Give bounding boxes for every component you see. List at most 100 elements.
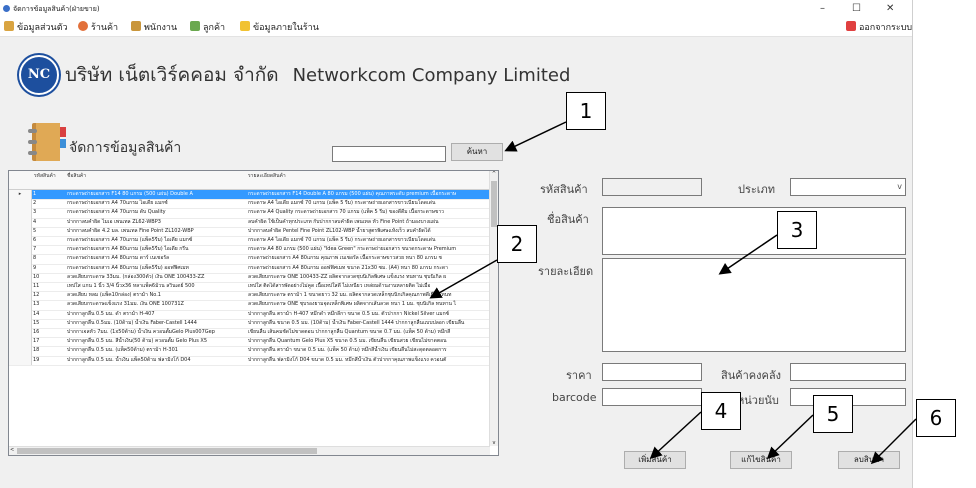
row-header[interactable]: ▸: [9, 190, 32, 200]
row-header[interactable]: [9, 337, 32, 347]
stock-field[interactable]: [790, 363, 906, 381]
row-header[interactable]: [9, 263, 32, 273]
row-header[interactable]: [9, 355, 32, 365]
column-header-code[interactable]: รหัสสินค้า: [34, 173, 64, 180]
cell-product-code[interactable]: 16: [33, 328, 67, 337]
cell-product-name[interactable]: ลวดเสียบ หลม (แพ็ค10กล่อง) ตราม้า No.1: [67, 291, 245, 300]
cell-product-name[interactable]: กระดาษถ่ายเอกสาร A4 80แกรม (แพ็ค5รีม) ไอ…: [67, 245, 245, 254]
cell-product-detail[interactable]: ปากกาลบคำผิด Pentel Fine Point ZL102-WBP…: [248, 227, 488, 236]
row-header[interactable]: [9, 318, 32, 328]
cell-product-detail[interactable]: ปากกาลูกลื่น ตราม้า ขนาด 0.5 มม. (แพ็ค 5…: [248, 346, 488, 355]
cell-product-name[interactable]: ปากกาลูกลื่น 0.5 มม. ดำ ตราม้า H-407: [67, 310, 245, 319]
cell-product-detail[interactable]: ปากกาลูกลื่น ตราม้า H-407 หมึกดำ หมึกลีก…: [248, 310, 488, 319]
cell-product-detail[interactable]: กระดาษ A4 80 แกรม (500 แผ่น) "Idea Green…: [248, 245, 488, 254]
column-header-detail[interactable]: รายละเอียดสินค้า: [248, 173, 286, 180]
row-header[interactable]: [9, 254, 32, 264]
cell-product-detail[interactable]: กระดาษ A4 Quality กระดาษถ่ายเอกสาร 70 แก…: [248, 208, 488, 217]
cell-product-name[interactable]: ลวดเสียบกระดาษ 33มม. (กล่อง300ตัว) เงิน …: [67, 273, 245, 282]
product-table[interactable]: รหัสสินค้า ชื่อสินค้า รายละเอียดสินค้า ▸…: [8, 170, 499, 456]
cell-product-name[interactable]: กระดาษถ่ายเอกสาร A4 70แกรม ไอเดีย แมกซ์: [67, 199, 245, 208]
table-row[interactable]: 19 ปากกาลูกลื่น 0.5 มม. น้ำเงิน แพ็ค50ด้า…: [9, 355, 489, 366]
cell-product-name[interactable]: ปากกาเจลหัว 7มม. (1x50ด้าม) น้ำเงิน ควอน…: [67, 328, 245, 337]
row-header[interactable]: [9, 300, 32, 310]
search-input[interactable]: [332, 146, 446, 162]
row-header[interactable]: [9, 328, 32, 338]
menu-item-employee[interactable]: พนักงาน: [131, 21, 177, 35]
close-button[interactable]: ✕: [886, 0, 894, 18]
cell-product-code[interactable]: 5: [33, 227, 67, 236]
cell-product-name[interactable]: ปากกาลูกลื่น 0.5 มม. น้ำเงิน แพ็ค50ด้าม …: [67, 356, 245, 365]
cell-product-code[interactable]: 7: [33, 245, 67, 254]
row-header[interactable]: [9, 291, 32, 301]
cell-product-detail[interactable]: ลบคำผิด ใช้เป็นคำทุกประเภท กับปากกาลบคำผ…: [248, 218, 488, 227]
cell-product-code[interactable]: 8: [33, 254, 67, 263]
cell-product-detail[interactable]: เขียนลื่น เส้นคมชัดไม่ขาดตอน ปากกาลูกลื่…: [248, 328, 488, 337]
cell-product-code[interactable]: 19: [33, 356, 67, 365]
cell-product-detail[interactable]: กระดาษถ่ายเอกสาร F14 Double A 80 แกรม (5…: [248, 190, 488, 199]
cell-product-code[interactable]: 4: [33, 218, 67, 227]
row-header[interactable]: [9, 217, 32, 227]
price-field[interactable]: [602, 363, 702, 381]
edit-product-button[interactable]: แก้ไขสินค้า: [730, 451, 792, 469]
row-header[interactable]: [9, 208, 32, 218]
cell-product-name[interactable]: ปากกาลูกลื่น 0.5 มม. (แพ็ค50ด้าม) ตราม้า…: [67, 346, 245, 355]
cell-product-code[interactable]: 6: [33, 236, 67, 245]
cell-product-detail[interactable]: ลวดเสียบกระดาษ ONE 100433-ZZ ผลิตจากลวดช…: [248, 273, 488, 282]
row-header[interactable]: [9, 236, 32, 246]
row-header[interactable]: [9, 309, 32, 319]
cell-product-code[interactable]: 11: [33, 282, 67, 291]
cell-product-code[interactable]: 12: [33, 291, 67, 300]
horizontal-scroll-thumb[interactable]: [17, 448, 317, 454]
logout-button[interactable]: ออกจากระบบ: [846, 21, 912, 35]
product-code-field[interactable]: [602, 178, 702, 196]
menu-item-customer[interactable]: ลูกค้า: [190, 21, 225, 35]
cell-product-detail[interactable]: ลวดเสียบกระดาษ ONE ชุบรองยามจุดเหล็กพิเศ…: [248, 300, 488, 309]
cell-product-name[interactable]: กระดาษถ่ายเอกสาร A4 70แกรม (แพ็ค5รีม) ไอ…: [67, 236, 245, 245]
cell-product-name[interactable]: ลวดเสียบกระดาษแข็งแรง 31มม. เงิน ONE 100…: [67, 300, 245, 309]
cell-product-code[interactable]: 9: [33, 264, 67, 273]
cell-product-detail[interactable]: เทปใส ติดได้สารพัดอย่างไม่คูด เนื้อเทปใส…: [248, 282, 488, 291]
cell-product-name[interactable]: ปากกาลบคำผิด 4.2 มล. เพนเทล Fine Point Z…: [67, 227, 245, 236]
row-header[interactable]: [9, 282, 32, 292]
cell-product-detail[interactable]: กระดาษถ่ายเอกสาร A4 80แกรม ออฟฟิศเมท ขนา…: [248, 264, 488, 273]
cell-product-detail[interactable]: ปากกาลูกลื่น Quantum Gelo Plus X5 ขนาด 0…: [248, 337, 488, 346]
type-select[interactable]: v: [790, 178, 906, 196]
cell-product-code[interactable]: 1: [33, 190, 67, 199]
cell-product-name[interactable]: กระดาษถ่ายเอกสาร F14 80 แกรม (500 แผ่น) …: [67, 190, 245, 199]
row-header[interactable]: [9, 346, 32, 356]
cell-product-code[interactable]: 17: [33, 337, 67, 346]
cell-product-code[interactable]: 18: [33, 346, 67, 355]
cell-product-code[interactable]: 14: [33, 310, 67, 319]
horizontal-scrollbar[interactable]: <: [9, 446, 490, 455]
vertical-scrollbar[interactable]: ^ v: [489, 171, 498, 446]
cell-product-name[interactable]: ปากกาลูกลื่น 0.5มม. (10ด้าม) น้ำเงิน Fab…: [67, 319, 245, 328]
delete-product-button[interactable]: ลบสินค้า: [838, 451, 900, 469]
cell-product-name[interactable]: ปากกาลูกลื่น 0.5 มม. สีน้ำเงิน(50 ด้าม) …: [67, 337, 245, 346]
cell-product-code[interactable]: 13: [33, 300, 67, 309]
vertical-scroll-thumb[interactable]: [491, 181, 497, 227]
menu-item-store-data[interactable]: ข้อมูลภายในร้าน: [240, 21, 319, 35]
column-header-name[interactable]: ชื่อสินค้า: [67, 173, 86, 180]
menu-item-store[interactable]: ร้านค้า: [78, 21, 118, 35]
cell-product-detail[interactable]: ปากกาลูกลื่น ฟลามิงโก้ D04 ขนาด 0.5 มม. …: [248, 356, 488, 365]
cell-product-name[interactable]: กระดาษถ่ายเอกสาร A4 80แกรม (แพ็ค5รีม) ออ…: [67, 264, 245, 273]
cell-product-code[interactable]: 2: [33, 199, 67, 208]
cell-product-detail[interactable]: กระดาษ A4 ไอเดีย แมกซ์ 70 แกรม (แพ็ค 5 ร…: [248, 199, 488, 208]
detail-field[interactable]: [602, 258, 906, 352]
row-header[interactable]: [9, 226, 32, 236]
scroll-left-icon[interactable]: <: [10, 447, 14, 453]
cell-product-name[interactable]: เทปใส แกน 1 นิ้ว 3/4 นิ้วx36 หลาแพ็ค6ม้ว…: [67, 282, 245, 291]
cell-product-code[interactable]: 3: [33, 208, 67, 217]
cell-product-code[interactable]: 10: [33, 273, 67, 282]
cell-product-code[interactable]: 15: [33, 319, 67, 328]
menu-item-profile[interactable]: ข้อมูลส่วนตัว: [4, 21, 68, 35]
cell-product-name[interactable]: ปากกาลบคำผิด ไมเอ เพนเทล ZL62-WBP3: [67, 218, 245, 227]
row-header[interactable]: [9, 199, 32, 209]
cell-product-detail[interactable]: ลวดเสียบกระดาษ ตราม้า 1 ขนาดยาว 32 มม. ผ…: [248, 291, 488, 300]
cell-product-detail[interactable]: กระดาษ A4 ไอเดีย แมกซ์ 70 แกรม (แพ็ค 5 ร…: [248, 236, 488, 245]
add-product-button[interactable]: เพิ่มสินค้า: [624, 451, 686, 469]
search-button[interactable]: ค้นหา: [451, 143, 503, 161]
scroll-up-icon[interactable]: ^: [492, 171, 496, 177]
product-name-field[interactable]: [602, 207, 906, 255]
cell-product-detail[interactable]: กระดาษถ่ายเอกสาร A4 80แกรม คุณภาพ เนเชอร…: [248, 254, 488, 263]
